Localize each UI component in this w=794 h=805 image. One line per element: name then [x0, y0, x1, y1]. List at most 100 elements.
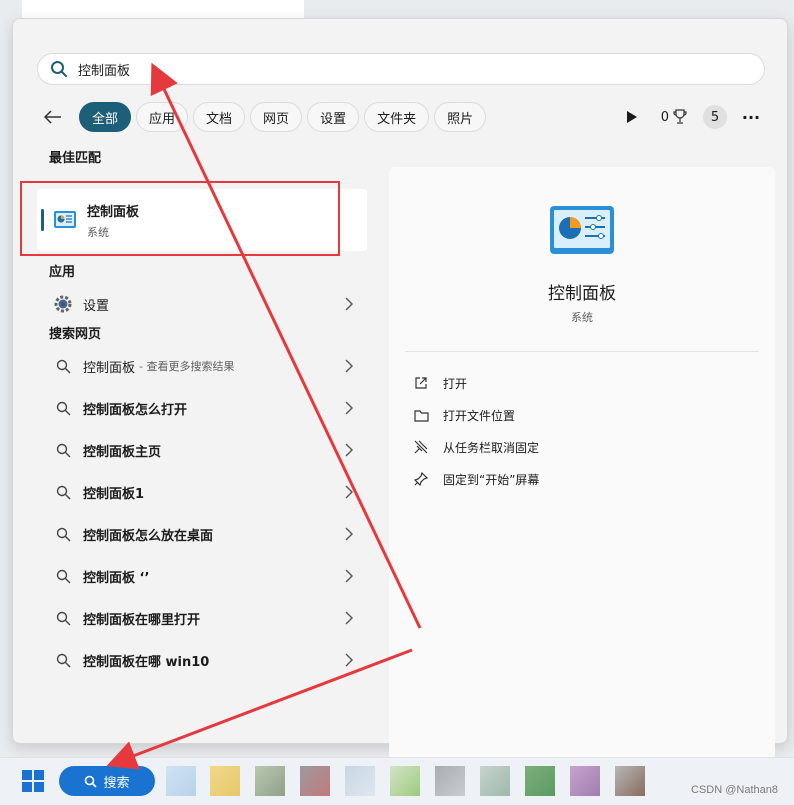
chevron-right-icon	[345, 527, 353, 541]
search-icon	[53, 482, 73, 502]
taskbar-search-label: 搜索	[103, 775, 130, 791]
search-icon	[53, 566, 73, 586]
folder-icon	[413, 407, 429, 423]
chevron-right-icon	[345, 297, 353, 311]
action-pin-start[interactable]: 固定到“开始”屏幕	[413, 463, 539, 495]
web-suggestion-label: 控制面板在哪里打开	[83, 612, 201, 628]
chevron-right-icon	[345, 569, 353, 583]
divider	[405, 351, 759, 352]
search-icon	[53, 440, 73, 460]
play-button[interactable]	[617, 102, 647, 132]
watermark-text: CSDN @Nathan8	[691, 784, 778, 796]
search-icon	[53, 650, 73, 670]
best-match-item[interactable]: 控制面板 系统	[37, 189, 367, 251]
search-icon	[53, 524, 73, 544]
web-suggestion[interactable]: 控制面板在哪里打开	[37, 597, 367, 639]
web-suggestion-label: 控制面板主页	[83, 444, 162, 460]
preview-pane: 控制面板 系统 打开 打开文件位置 从任务栏取消固定 固定到“开始”屏幕	[389, 167, 775, 761]
action-label: 打开文件位置	[443, 408, 516, 423]
app-item-settings[interactable]: 设置	[37, 283, 367, 325]
web-suggestion-hint: - 查看更多搜索结果	[139, 360, 235, 373]
action-open-file-location[interactable]: 打开文件位置	[413, 399, 539, 431]
chevron-right-icon	[345, 443, 353, 457]
back-button[interactable]	[37, 101, 69, 133]
play-icon	[626, 111, 637, 123]
web-suggestion-label: 控制面板怎么打开	[83, 402, 188, 418]
taskbar-app-icon[interactable]	[345, 766, 375, 796]
filter-chip-documents[interactable]: 文档	[193, 102, 246, 132]
taskbar-app-icon[interactable]	[525, 766, 555, 796]
more-options-button[interactable]: ···	[739, 105, 763, 129]
web-suggestion[interactable]: 控制面板在哪 win10	[37, 639, 367, 681]
filter-bar: 全部 应用 文档 网页 设置 文件夹 照片	[37, 101, 491, 133]
taskbar: 搜索 CSDN @Nathan8	[0, 757, 794, 805]
taskbar-app-icon[interactable]	[615, 766, 645, 796]
search-icon	[51, 61, 67, 77]
action-unpin-taskbar[interactable]: 从任务栏取消固定	[413, 431, 539, 463]
unpin-icon	[413, 439, 429, 455]
action-label: 从任务栏取消固定	[443, 440, 540, 455]
rewards-points[interactable]: 0	[661, 109, 687, 125]
web-suggestion[interactable]: 控制面板 ‘’	[37, 555, 367, 597]
windows-start-icon[interactable]	[22, 770, 44, 792]
chevron-right-icon	[345, 611, 353, 625]
taskbar-app-icon[interactable]	[390, 766, 420, 796]
search-icon	[85, 775, 98, 788]
search-icon	[53, 608, 73, 628]
web-suggestion-label: 控制面板怎么放在桌面	[83, 528, 214, 544]
preview-actions: 打开 打开文件位置 从任务栏取消固定 固定到“开始”屏幕	[413, 367, 539, 495]
back-arrow-icon	[44, 110, 61, 124]
taskbar-app-icon[interactable]	[300, 766, 330, 796]
action-label: 打开	[443, 376, 468, 391]
search-icon	[53, 398, 73, 418]
filter-chip-apps[interactable]: 应用	[136, 102, 189, 132]
trophy-icon	[673, 109, 687, 124]
filter-chip-web[interactable]: 网页	[250, 102, 303, 132]
search-panel: 全部 应用 文档 网页 设置 文件夹 照片 0 5 ··· 最佳匹配	[12, 18, 788, 761]
web-suggestion[interactable]: 控制面板主页	[37, 429, 367, 471]
search-icon	[53, 356, 73, 376]
section-title-web: 搜索网页	[49, 327, 102, 342]
web-suggestion-label: 控制面板 ‘’	[83, 570, 150, 586]
web-suggestion-label: 控制面板	[83, 360, 136, 376]
chevron-right-icon	[345, 359, 353, 373]
preview-title: 控制面板	[548, 284, 616, 304]
web-suggestion-label: 控制面板在哪 win10	[83, 654, 210, 670]
notification-badge[interactable]: 5	[703, 105, 727, 129]
filter-chip-settings[interactable]: 设置	[307, 102, 360, 132]
open-external-icon	[413, 375, 429, 391]
control-panel-icon	[550, 206, 614, 254]
taskbar-app-icon[interactable]	[166, 766, 196, 796]
background-window	[22, 0, 304, 18]
filter-chip-photos[interactable]: 照片	[434, 102, 487, 132]
web-suggestion[interactable]: 控制面板怎么放在桌面	[37, 513, 367, 555]
filter-chip-all[interactable]: 全部	[79, 102, 132, 132]
taskbar-app-icon[interactable]	[480, 766, 510, 796]
control-panel-icon	[54, 211, 76, 228]
gear-icon	[53, 294, 73, 314]
taskbar-app-icon[interactable]	[255, 766, 285, 796]
best-match-text: 控制面板 系统	[87, 201, 139, 240]
taskbar-app-icon[interactable]	[210, 766, 240, 796]
search-box[interactable]	[37, 53, 765, 85]
web-suggestion[interactable]: 控制面板1	[37, 471, 367, 513]
search-input[interactable]	[78, 61, 678, 77]
taskbar-app-icon[interactable]	[570, 766, 600, 796]
taskbar-search-button[interactable]: 搜索	[59, 766, 155, 796]
preview-subtitle: 系统	[571, 311, 593, 324]
selection-indicator	[41, 209, 44, 231]
chevron-right-icon	[345, 401, 353, 415]
filter-chip-folders[interactable]: 文件夹	[364, 102, 430, 132]
action-open[interactable]: 打开	[413, 367, 539, 399]
web-suggestion[interactable]: 控制面板怎么打开	[37, 387, 367, 429]
chevron-right-icon	[345, 485, 353, 499]
taskbar-app-icon[interactable]	[435, 766, 465, 796]
web-suggestion[interactable]: 控制面板 - 查看更多搜索结果	[37, 345, 367, 387]
section-title-apps: 应用	[49, 265, 76, 280]
section-title-best-match: 最佳匹配	[49, 151, 102, 166]
web-suggestion-label: 控制面板1	[83, 486, 145, 502]
results-list: 最佳匹配 控制面板 系统 应用 设置 搜索网页 控制面板 - 查看更多搜索结果 …	[37, 149, 369, 681]
chevron-right-icon	[345, 653, 353, 667]
best-match-subtitle: 系统	[87, 225, 109, 239]
app-item-label: 设置	[83, 298, 110, 314]
